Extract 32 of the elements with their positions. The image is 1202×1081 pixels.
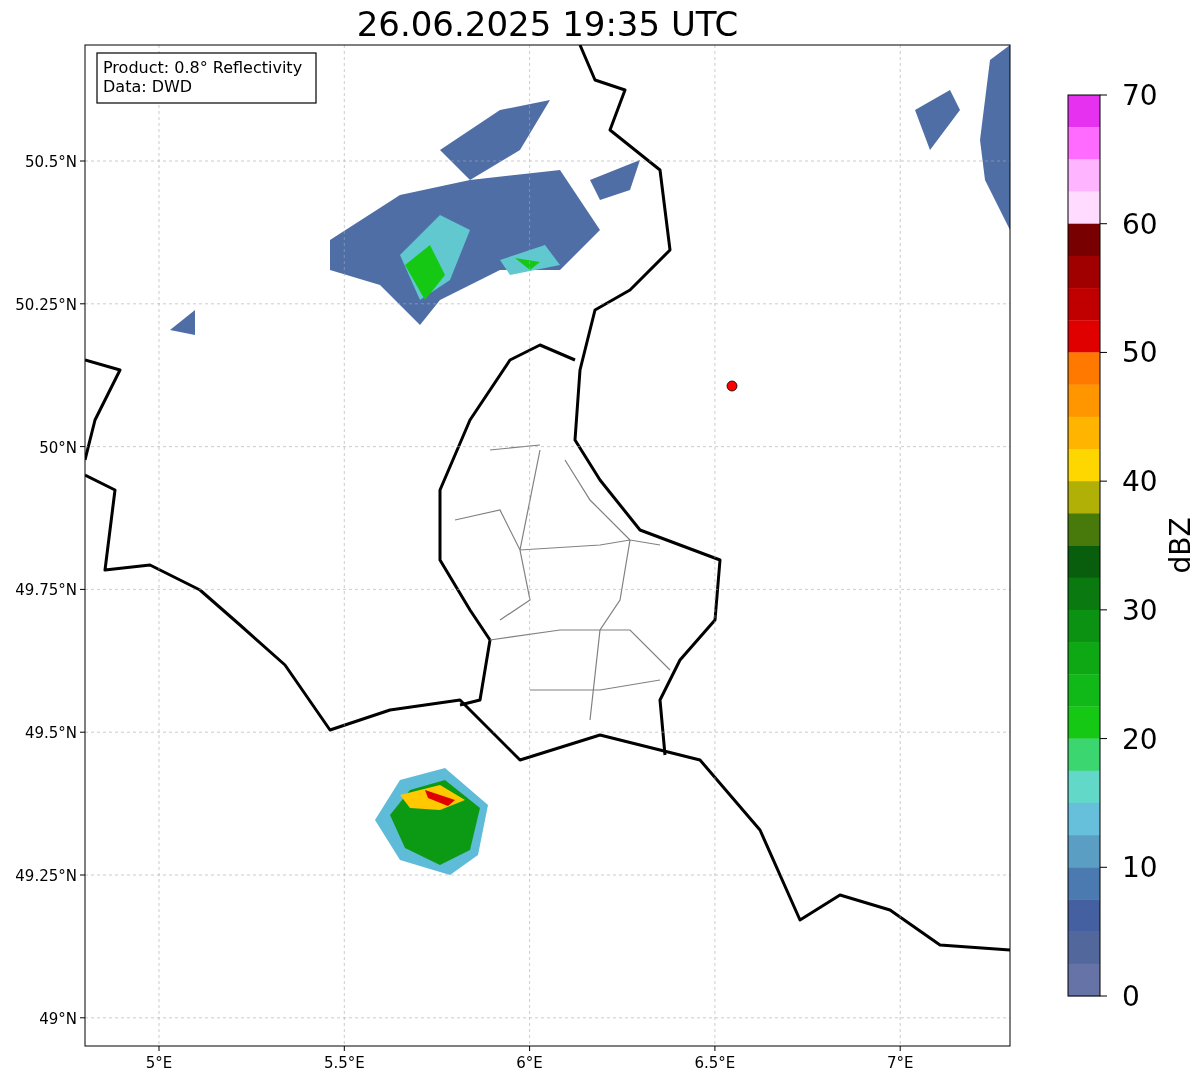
tick-mark — [1099, 609, 1108, 611]
axis-tick-label: 5.5°E — [323, 1054, 365, 1072]
tick-mark — [1099, 351, 1108, 353]
axis-tick-label: 50°N — [39, 438, 77, 457]
axis-tick-label: 50.25°N — [15, 295, 77, 314]
info-text: Data: DWD — [103, 77, 193, 96]
tick-mark — [1099, 738, 1108, 740]
colorbar-tick-label: 0 — [1122, 980, 1140, 1013]
colorbar-tick-label: 70 — [1122, 79, 1158, 112]
axis-tick-label: 6°E — [516, 1054, 543, 1072]
axis-tick-label: 49.25°N — [15, 867, 77, 885]
tick-mark — [1099, 866, 1108, 868]
info-text: Product: 0.8° Reflectivity — [103, 58, 303, 77]
colorbar-tick-label: 20 — [1122, 722, 1158, 756]
axis-tick-label: 49.75°N — [15, 581, 77, 600]
chart-title: 26.06.2025 19:35 UTC — [356, 4, 739, 44]
axis-tick-label: 50.5°N — [24, 153, 77, 171]
axis-tick-label: 7°E — [886, 1054, 914, 1072]
tick-mark — [1099, 480, 1108, 482]
colorbar-label: dBZ — [1164, 517, 1197, 574]
axis-tick-label: 5°E — [145, 1054, 173, 1072]
tick-mark — [1099, 995, 1108, 997]
colorbar-tick-label: 60 — [1122, 207, 1158, 241]
colorbar-tick-label: 30 — [1122, 593, 1158, 627]
tick-mark — [1099, 94, 1108, 96]
axis-tick-label: 6.5°E — [694, 1054, 736, 1072]
colorbar-tick-label: 40 — [1122, 465, 1158, 499]
colorbar-tick-label: 10 — [1122, 851, 1158, 885]
axis-tick-label: 49°N — [39, 1009, 77, 1028]
colorbar-tick-label: 50 — [1122, 336, 1158, 370]
tick-mark — [1099, 223, 1108, 225]
axis-tick-label: 49.5°N — [24, 724, 77, 743]
